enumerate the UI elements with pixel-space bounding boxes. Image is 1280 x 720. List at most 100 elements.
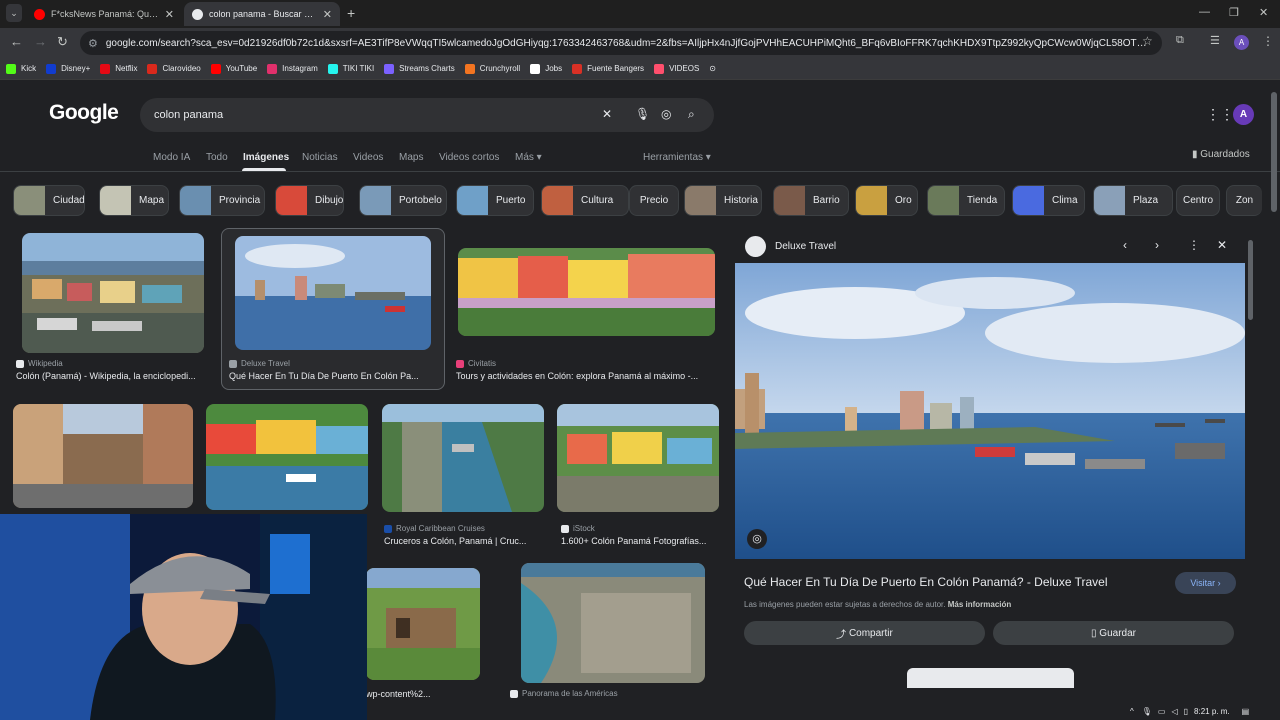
address-bar[interactable]: ⚙ google.com/search?sca_esv=0d21926df0b7… (80, 31, 1162, 55)
media-controls-icon[interactable]: ☰ (1210, 34, 1220, 47)
forward-icon[interactable]: → (34, 34, 47, 49)
bookmark-item[interactable]: Jobs (530, 63, 562, 74)
chip[interactable]: Puerto (456, 185, 534, 216)
browser-menu-icon[interactable]: ⋮ (1262, 34, 1274, 48)
bookmark-item[interactable]: Crunchyroll (464, 63, 520, 74)
visit-button[interactable]: Visitar › (1175, 572, 1236, 594)
chip[interactable]: Tienda (927, 185, 1005, 216)
search-tab[interactable]: Todo (206, 152, 228, 163)
battery-icon[interactable]: ▯ (1184, 707, 1188, 716)
more-info-link[interactable]: Más información (948, 600, 1012, 609)
related-image-preview[interactable] (907, 668, 1074, 688)
search-tab[interactable]: Noticias (302, 152, 338, 163)
chip[interactable]: Provincia (179, 185, 265, 216)
back-icon[interactable]: ← (10, 34, 23, 49)
result-title[interactable]: 1.600+ Colón Panamá Fotografías... (561, 536, 723, 546)
bookmark-more-icon[interactable]: ⊙ (709, 64, 716, 73)
microphone-icon[interactable]: 🎙 (1142, 707, 1152, 716)
reload-icon[interactable]: ↻ (57, 34, 68, 50)
chip[interactable]: Zon (1226, 185, 1262, 216)
preview-title[interactable]: Qué Hacer En Tu Día De Puerto En Colón P… (744, 575, 1108, 589)
result-image-civitatis[interactable] (458, 248, 715, 336)
bookmark-item[interactable]: Streams Charts (384, 63, 455, 74)
restore-icon[interactable]: ❐ (1229, 6, 1239, 19)
google-logo[interactable]: Google (49, 101, 119, 125)
save-button[interactable]: ▯ Guardar (993, 621, 1234, 645)
next-icon[interactable]: › (1155, 238, 1159, 252)
saved-link[interactable]: ▮ Guardados (1192, 149, 1250, 160)
bookmark-item[interactable]: TIKI TIKI (327, 63, 374, 74)
browser-tab-news[interactable]: F*cksNews Panamá: Qué Bonito ✕ (26, 2, 182, 26)
search-input[interactable]: colon panama (154, 109, 223, 121)
site-info-icon[interactable]: ⚙ (88, 37, 98, 50)
tab-search-button[interactable]: ⌄ (6, 4, 22, 22)
preview-image[interactable]: ◎ (735, 263, 1245, 559)
bookmark-item[interactable]: VIDEOS (654, 63, 699, 74)
result-title[interactable]: Cruceros a Colón, Panamá | Cruc... (384, 536, 550, 546)
chip[interactable]: Historia (684, 185, 762, 216)
tools-menu[interactable]: Herramientas ▾ (643, 152, 711, 163)
window-close-icon[interactable]: ✕ (1259, 6, 1268, 19)
search-tab[interactable]: Videos cortos (439, 152, 499, 163)
notifications-icon[interactable]: ▤ (1242, 707, 1250, 716)
previous-icon[interactable]: ‹ (1123, 238, 1127, 252)
result-image-deluxe-travel[interactable] (235, 236, 431, 350)
result-title[interactable]: Qué Hacer En Tu Día De Puerto En Colón P… (229, 371, 437, 381)
apps-grid-icon[interactable]: ⋮⋮ (1206, 106, 1234, 123)
bookmark-item[interactable]: Instagram (267, 63, 318, 74)
result-title[interactable]: Colón (Panamá) - Wikipedia, la enciclope… (16, 371, 212, 381)
clock[interactable]: 8:21 p. m. (1194, 707, 1230, 716)
search-tab[interactable]: Maps (399, 152, 423, 163)
panel-source-name[interactable]: Deluxe Travel (775, 241, 836, 252)
profile-avatar[interactable]: A (1234, 35, 1249, 50)
result-image-canal-locks[interactable] (382, 404, 544, 512)
new-tab-button[interactable]: + (347, 5, 355, 21)
chip[interactable]: Clima (1012, 185, 1085, 216)
close-tab-icon[interactable]: ✕ (165, 8, 174, 21)
microphone-icon[interactable]: 🎙 (635, 107, 650, 121)
bookmark-item[interactable]: Kick (6, 63, 36, 74)
search-tab[interactable]: Modo IA (153, 152, 190, 163)
chip[interactable]: Dibujo (275, 185, 344, 216)
result-image-waterfront[interactable] (206, 404, 368, 510)
chip[interactable]: Plaza (1093, 185, 1173, 216)
close-tab-icon[interactable]: ✕ (323, 8, 332, 21)
search-tab[interactable]: Más ▾ (515, 152, 542, 163)
bookmark-item[interactable]: Fuente Bangers (572, 63, 644, 74)
chip[interactable]: Barrio (773, 185, 849, 216)
share-button[interactable]: ⤴ Compartir (744, 621, 985, 645)
page-scrollbar[interactable] (1271, 92, 1277, 212)
result-title[interactable]: Tours y actividades en Colón: explora Pa… (456, 371, 718, 381)
search-tab[interactable]: Videos (353, 152, 383, 163)
result-image-panorama[interactable] (521, 563, 705, 683)
bookmark-item[interactable]: Disney+ (46, 63, 90, 74)
result-title[interactable]: wp-content%2... (366, 689, 456, 699)
volume-icon[interactable]: ◁ (1171, 707, 1177, 716)
clear-icon[interactable]: ✕ (602, 107, 612, 121)
chip[interactable]: Mapa (99, 185, 169, 216)
close-panel-icon[interactable]: ✕ (1217, 238, 1227, 252)
browser-tab-search[interactable]: colon panama - Buscar con Goo ✕ (184, 2, 340, 26)
panel-scrollbar[interactable] (1248, 240, 1253, 320)
result-image-istock[interactable] (557, 404, 719, 512)
chip[interactable]: Precio (629, 185, 679, 216)
chevron-up-icon[interactable]: ^ (1130, 707, 1134, 716)
search-box[interactable]: colon panama ✕ 🎙 ◎ ⌕ (140, 98, 714, 132)
account-avatar[interactable]: A (1233, 104, 1254, 125)
extensions-icon[interactable]: ⧉ (1176, 34, 1184, 47)
search-icon[interactable]: ⌕ (688, 107, 695, 122)
more-options-icon[interactable]: ⋮ (1188, 238, 1200, 252)
result-image-street[interactable] (13, 404, 193, 508)
bookmark-star-icon[interactable]: ☆ (1142, 34, 1153, 48)
network-icon[interactable]: ▭ (1158, 707, 1166, 716)
bookmark-item[interactable]: Netflix (100, 63, 137, 74)
search-tab[interactable]: Imágenes (243, 152, 289, 163)
minimize-icon[interactable]: — (1199, 6, 1210, 18)
result-image-fort[interactable] (366, 568, 480, 680)
bookmark-item[interactable]: YouTube (210, 63, 257, 74)
chip[interactable]: Ciudad (13, 185, 85, 216)
chip[interactable]: Cultura (541, 185, 629, 216)
bookmark-item[interactable]: Clarovideo (147, 63, 201, 74)
lens-search-icon[interactable]: ◎ (747, 529, 767, 549)
lens-icon[interactable]: ◎ (661, 107, 671, 121)
